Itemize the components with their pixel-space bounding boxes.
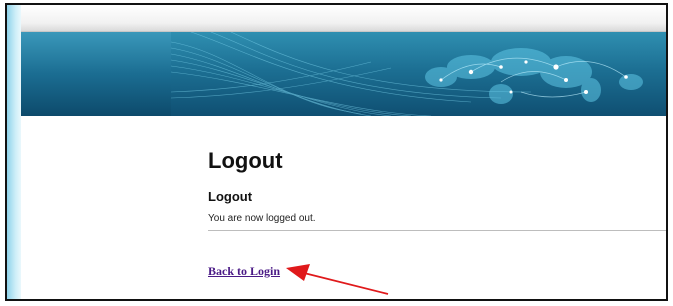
page-title: Logout (208, 148, 283, 173)
header-banner (21, 32, 666, 116)
logout-message: You are now logged out. (208, 213, 316, 224)
main-content: Logout Logout You are now logged out. Ba… (21, 116, 666, 299)
top-bar (21, 5, 666, 32)
browser-frame: Logout Logout You are now logged out. Ba… (5, 3, 668, 301)
left-accent-stripe (7, 5, 21, 299)
section-heading: Logout (208, 189, 253, 204)
back-to-login-link[interactable]: Back to Login (208, 264, 280, 279)
banner-left-panel (21, 32, 171, 116)
divider (208, 230, 666, 231)
world-map-banner-graphic (171, 32, 643, 116)
